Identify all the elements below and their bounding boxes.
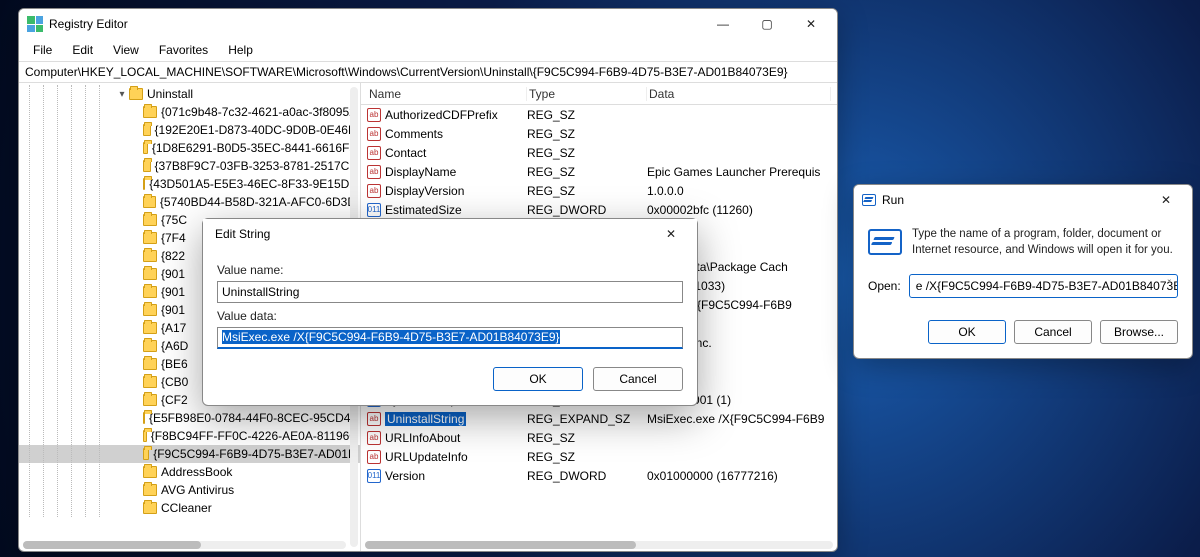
run-large-icon bbox=[868, 229, 902, 255]
browse-button[interactable]: Browse... bbox=[1100, 320, 1178, 344]
col-type[interactable]: Type bbox=[527, 87, 647, 101]
ok-button[interactable]: OK bbox=[493, 367, 583, 391]
value-name-field[interactable] bbox=[217, 281, 683, 303]
address-bar[interactable]: Computer\HKEY_LOCAL_MACHINE\SOFTWARE\Mic… bbox=[19, 62, 837, 83]
value-row[interactable]: abURLInfoAboutREG_SZ bbox=[361, 428, 837, 447]
value-icon: ab bbox=[367, 412, 381, 426]
col-data[interactable]: Data bbox=[647, 87, 831, 101]
values-header: Name Type Data bbox=[361, 83, 837, 105]
menu-edit[interactable]: Edit bbox=[64, 41, 101, 59]
chevron-down-icon[interactable]: ˇ bbox=[1168, 279, 1171, 290]
run-icon bbox=[862, 194, 876, 206]
close-icon[interactable]: ✕ bbox=[649, 219, 693, 249]
menu-favorites[interactable]: Favorites bbox=[151, 41, 216, 59]
value-icon: ab bbox=[367, 127, 381, 141]
value-row[interactable]: abAuthorizedCDFPrefixREG_SZ bbox=[361, 105, 837, 124]
value-icon: ab bbox=[367, 431, 381, 445]
maximize-button[interactable]: ▢ bbox=[745, 9, 789, 39]
regedit-title: Registry Editor bbox=[49, 17, 128, 31]
value-icon: 011 bbox=[367, 469, 381, 483]
tree-hscrollbar[interactable] bbox=[23, 541, 346, 549]
menu-help[interactable]: Help bbox=[220, 41, 261, 59]
value-row[interactable]: 011EstimatedSizeREG_DWORD0x00002bfc (112… bbox=[361, 200, 837, 219]
edit-string-dialog: Edit String ✕ Value name: Value data: Ms… bbox=[202, 218, 698, 406]
value-row[interactable]: 011VersionREG_DWORD0x01000000 (16777216) bbox=[361, 466, 837, 485]
value-icon: ab bbox=[367, 184, 381, 198]
value-data-label: Value data: bbox=[217, 309, 683, 323]
run-description: Type the name of a program, folder, docu… bbox=[912, 227, 1178, 258]
value-row[interactable]: abDisplayVersionREG_SZ1.0.0.0 bbox=[361, 181, 837, 200]
value-data-field[interactable]: MsiExec.exe /X{F9C5C994-F6B9-4D75-B3E7-A… bbox=[217, 327, 683, 349]
open-label: Open: bbox=[868, 279, 901, 293]
regedit-titlebar[interactable]: Registry Editor — ▢ ✕ bbox=[19, 9, 837, 39]
value-icon: ab bbox=[367, 450, 381, 464]
menubar: File Edit View Favorites Help bbox=[19, 39, 837, 62]
value-icon: ab bbox=[367, 165, 381, 179]
value-icon: ab bbox=[367, 146, 381, 160]
minimize-button[interactable]: — bbox=[701, 9, 745, 39]
cancel-button[interactable]: Cancel bbox=[1014, 320, 1092, 344]
menu-file[interactable]: File bbox=[25, 41, 60, 59]
edit-string-titlebar[interactable]: Edit String ✕ bbox=[203, 219, 697, 249]
value-name-label: Value name: bbox=[217, 263, 683, 277]
menu-view[interactable]: View bbox=[105, 41, 147, 59]
regedit-icon bbox=[27, 16, 43, 32]
open-input-text: e /X{F9C5C994-F6B9-4D75-B3E7-AD01B84073E… bbox=[916, 279, 1178, 293]
value-icon: 011 bbox=[367, 203, 381, 217]
value-row[interactable]: abUninstallStringREG_EXPAND_SZMsiExec.ex… bbox=[361, 409, 837, 428]
open-input[interactable]: e /X{F9C5C994-F6B9-4D75-B3E7-AD01B84073E… bbox=[909, 274, 1178, 298]
edit-string-title: Edit String bbox=[211, 227, 270, 241]
ok-button[interactable]: OK bbox=[928, 320, 1006, 344]
col-name[interactable]: Name bbox=[367, 87, 527, 101]
value-row[interactable]: abCommentsREG_SZ bbox=[361, 124, 837, 143]
run-title: Run bbox=[882, 193, 904, 207]
values-hscrollbar[interactable] bbox=[365, 541, 833, 549]
cancel-button[interactable]: Cancel bbox=[593, 367, 683, 391]
close-icon[interactable]: ✕ bbox=[1144, 185, 1188, 215]
value-row[interactable]: abContactREG_SZ bbox=[361, 143, 837, 162]
run-titlebar[interactable]: Run ✕ bbox=[854, 185, 1192, 215]
value-row[interactable]: abDisplayNameREG_SZEpic Games Launcher P… bbox=[361, 162, 837, 181]
value-icon: ab bbox=[367, 108, 381, 122]
value-row[interactable]: abURLUpdateInfoREG_SZ bbox=[361, 447, 837, 466]
run-dialog: Run ✕ Type the name of a program, folder… bbox=[853, 184, 1193, 359]
close-button[interactable]: ✕ bbox=[789, 9, 833, 39]
